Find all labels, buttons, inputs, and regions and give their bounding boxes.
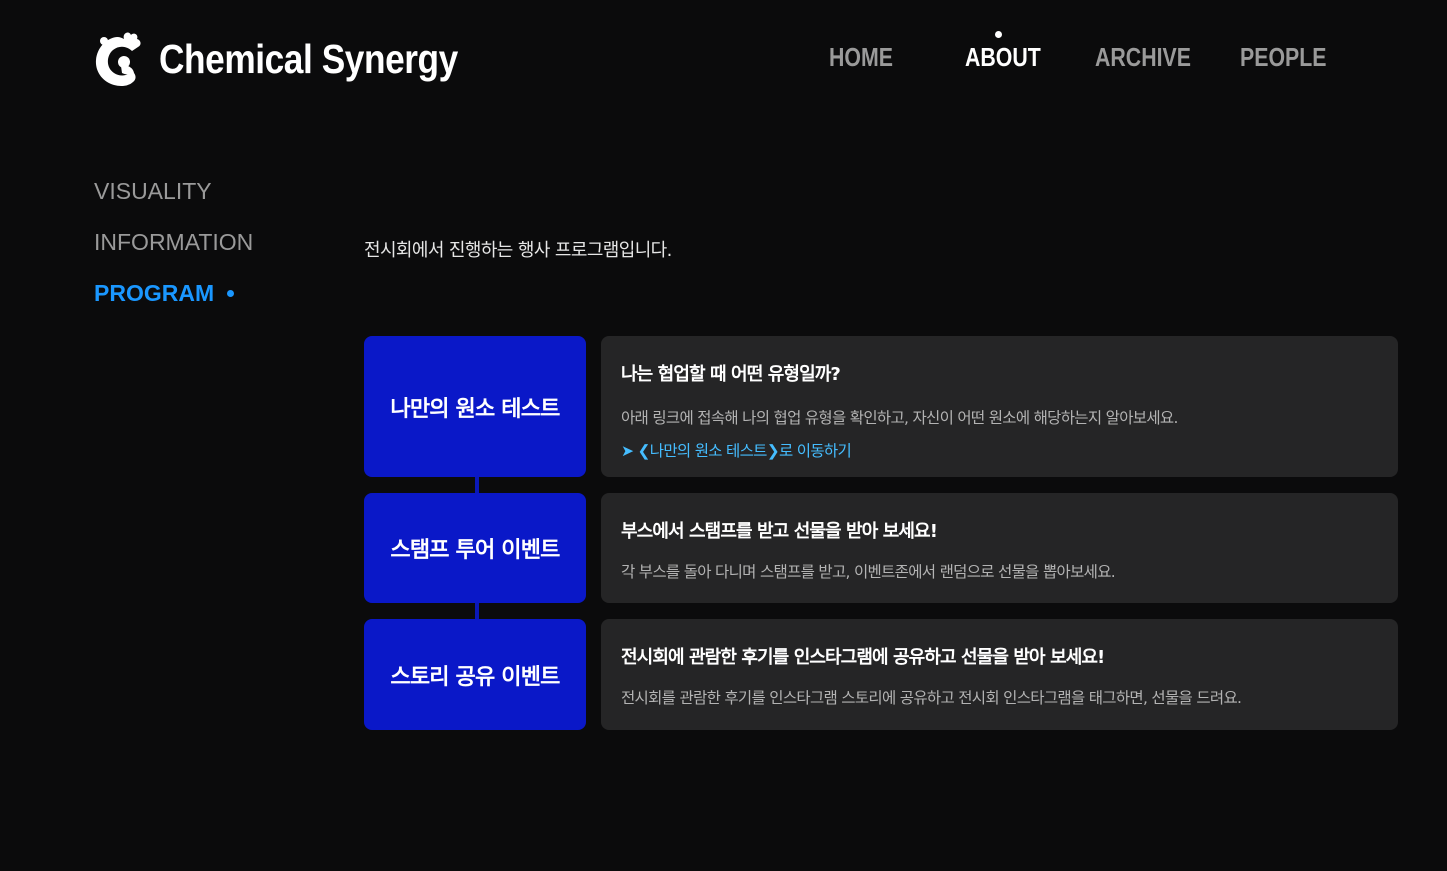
nav-archive[interactable]: ARCHIVE: [1095, 42, 1191, 73]
nav-home[interactable]: HOME: [829, 42, 893, 73]
program-description: 각 부스를 돌아 다니며 스탬프를 받고, 이벤트존에서 랜덤으로 선물을 뽑아…: [621, 563, 1116, 581]
program-title: 나는 협업할 때 어떤 유형일까?: [621, 364, 841, 385]
top-nav: HOME ABOUT ARCHIVE PEOPLE: [0, 42, 1447, 82]
program-description: 전시회를 관람한 후기를 인스타그램 스토리에 공유하고 전시회 인스타그램을 …: [621, 689, 1242, 707]
section-intro: 전시회에서 진행하는 행사 프로그램입니다.: [364, 240, 672, 261]
program-card: 전시회에 관람한 후기를 인스타그램에 공유하고 선물을 받아 보세요! 전시회…: [601, 619, 1398, 730]
sidebar-item-label: PROGRAM: [94, 279, 215, 306]
sidebar-item-label: VISUALITY: [94, 177, 212, 204]
timeline-connector: [475, 602, 479, 620]
program-title: 전시회에 관람한 후기를 인스타그램에 공유하고 선물을 받아 보세요!: [621, 647, 1105, 668]
nav-about[interactable]: ABOUT: [965, 42, 1041, 73]
program-label[interactable]: 나만의 원소 테스트: [364, 336, 586, 477]
sidebar-item-program[interactable]: PROGRAM: [94, 278, 253, 308]
page: Chemical Synergy HOME ABOUT ARCHIVE PEOP…: [0, 0, 1447, 871]
sidebar-active-indicator: [227, 289, 235, 297]
program-label[interactable]: 스탬프 투어 이벤트: [364, 493, 586, 603]
program-label[interactable]: 스토리 공유 이벤트: [364, 619, 586, 730]
sidebar: VISUALITY INFORMATION PROGRAM: [94, 176, 253, 329]
program-title: 부스에서 스탬프를 받고 선물을 받아 보세요!: [621, 521, 938, 542]
nav-people[interactable]: PEOPLE: [1240, 42, 1326, 73]
program-description: 아래 링크에 접속해 나의 협업 유형을 확인하고, 자신이 어떤 원소에 해당…: [621, 409, 1178, 427]
sidebar-item-information[interactable]: INFORMATION: [94, 227, 253, 257]
timeline-connector: [475, 476, 479, 494]
program-card: 나는 협업할 때 어떤 유형일까? 아래 링크에 접속해 나의 협업 유형을 확…: [601, 336, 1398, 477]
program-item: 나만의 원소 테스트 나는 협업할 때 어떤 유형일까? 아래 링크에 접속해 …: [364, 336, 1398, 477]
program-card: 부스에서 스탬프를 받고 선물을 받아 보세요! 각 부스를 돌아 다니며 스탬…: [601, 493, 1398, 603]
nav-active-indicator: [995, 31, 1002, 38]
sidebar-item-label: INFORMATION: [94, 228, 254, 255]
element-test-link[interactable]: ➤ ❮나만의 원소 테스트❯로 이동하기: [621, 439, 852, 461]
program-item: 스탬프 투어 이벤트 부스에서 스탬프를 받고 선물을 받아 보세요! 각 부스…: [364, 493, 1398, 603]
sidebar-item-visuality[interactable]: VISUALITY: [94, 176, 253, 206]
program-item: 스토리 공유 이벤트 전시회에 관람한 후기를 인스타그램에 공유하고 선물을 …: [364, 619, 1398, 730]
